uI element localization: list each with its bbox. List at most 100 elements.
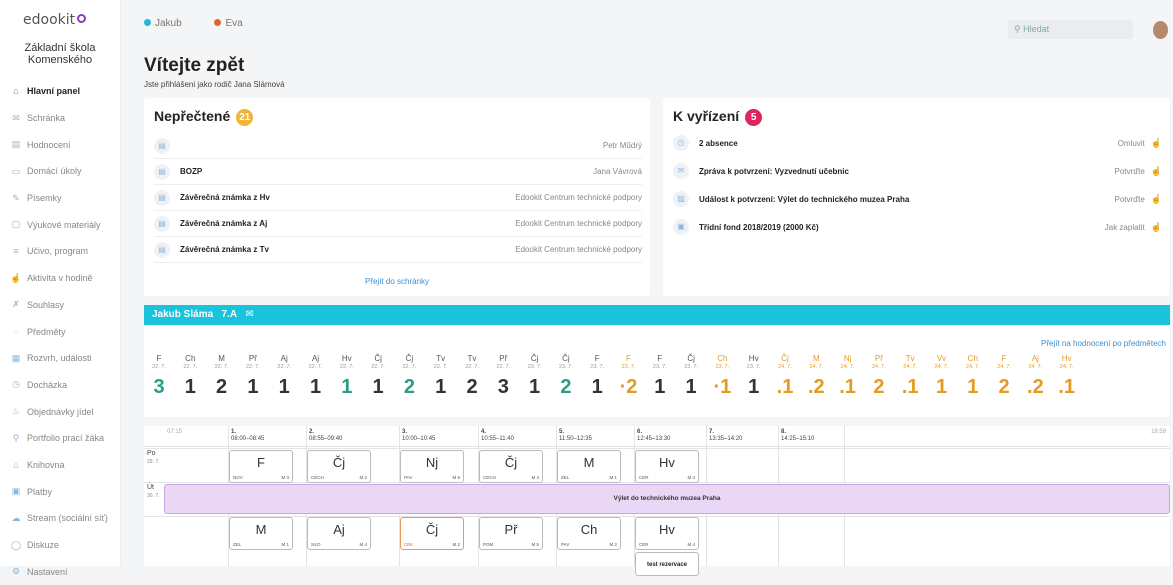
grade-item[interactable]: Tv 22. 7. 2 (461, 354, 483, 399)
grade-item[interactable]: Vv 24. 7. 1 (931, 354, 953, 399)
lesson-card[interactable]: Př POM M 5 (479, 517, 543, 550)
hand-icon[interactable]: ☝ (1151, 222, 1162, 233)
grade-item[interactable]: Hv 23. 7. 1 (743, 354, 765, 399)
sidebar-item-grade[interactable]: ▤ Hodnocení (0, 131, 121, 158)
sidebar-item-label: Písemky (27, 193, 62, 204)
sidebar-item-curriculum[interactable]: ≡ Učivo, program (0, 238, 121, 265)
unread-row[interactable]: ▤ Závěrečná známka z Hv Edookit Centrum te… (154, 185, 642, 211)
lesson-room: M 5 (531, 542, 539, 547)
go-to-inbox-link[interactable]: Přejít do schránky (144, 277, 650, 286)
grade-item[interactable]: Čj 22. 7. 1 (367, 354, 389, 399)
grades-by-subject-link[interactable]: Přejít na hodnocení po předmětech (1041, 339, 1166, 348)
student-banner: Jakub Sláma 7.A ✉ (144, 305, 1170, 325)
lesson-room: M 4 (687, 542, 695, 547)
lesson-card[interactable]: Čj CECH M 2 (307, 450, 371, 483)
avatar[interactable] (1153, 21, 1168, 39)
sidebar-nav: ⌂ Hlavní panel ✉ Schránka ▤ Hodnocení ▭ Domácí … (0, 78, 121, 585)
sidebar-item-label: Diskuze (27, 540, 60, 551)
todo-action[interactable]: Jak zaplatit (1105, 223, 1145, 232)
grade-item[interactable]: Nj 24. 7. .1 (837, 354, 859, 399)
day-name: Út (147, 484, 154, 491)
period-header: 7. 13:35–14:20 (709, 429, 742, 443)
grade-item[interactable]: M 24. 7. .2 (805, 354, 827, 399)
grade-item[interactable]: Čj 23. 7. 2 (555, 354, 577, 399)
grade-item[interactable]: Tv 22. 7. 1 (430, 354, 452, 399)
grade-item[interactable]: F 23. 7. 1 (586, 354, 608, 399)
edookit-logo[interactable]: edookit (23, 12, 87, 28)
hand-icon[interactable]: ☝ (1151, 166, 1162, 177)
grade-item[interactable]: Aj 24. 7. .2 (1024, 354, 1046, 399)
mail-icon[interactable]: ✉ (245, 309, 253, 320)
lesson-card[interactable]: Aj SVO M 4 (307, 517, 371, 550)
lesson-card[interactable]: M ZEL M 1 (557, 450, 621, 483)
sidebar-item-meals[interactable]: ♨ Objednávky jídel (0, 398, 121, 425)
sidebar-item-activity[interactable]: ☝ Aktivita v hodině (0, 265, 121, 292)
grade-item[interactable]: Ch 23. 7. ·1 (711, 354, 733, 399)
sidebar-item-schedule[interactable]: ▦ Rozvrh, události (0, 345, 121, 372)
grade-item[interactable]: Čj 23. 7. 1 (680, 354, 702, 399)
lesson-card[interactable]: Hv CER M 4 (635, 450, 699, 483)
unread-row[interactable]: ▤ Závěrečná známka z Tv Edookit Centrum te… (154, 237, 642, 263)
grade-item[interactable]: Aj 22. 7. 1 (273, 354, 295, 399)
search-input[interactable]: ⚲ Hledat (1008, 20, 1133, 39)
sidebar-item-portfolio[interactable]: ⚲ Portfolio prací žáka (0, 425, 121, 452)
todo-row[interactable]: ▣ Třídní fond 2018/2019 (2000 Kč) Jak zapl… (673, 214, 1162, 240)
sidebar-item-mail[interactable]: ✉ Schránka (0, 105, 121, 132)
grade-item[interactable]: Př 24. 7. 2 (868, 354, 890, 399)
hand-icon[interactable]: ☝ (1151, 138, 1162, 149)
grade-item[interactable]: Př 22. 7. 1 (242, 354, 264, 399)
lesson-card[interactable]: Čj CECH M 4 (479, 450, 543, 483)
grade-item[interactable]: Př 22. 7. 3 (492, 354, 514, 399)
child-tab-jakub[interactable]: Jakub (144, 18, 182, 29)
unread-row[interactable]: ▤ Závěrečná známka z Aj Edookit Centrum te… (154, 211, 642, 237)
unread-row[interactable]: ▤ BOZP Jana Vávrová (154, 159, 642, 185)
lesson-card[interactable]: M ZEL M 1 (229, 517, 293, 550)
grade-item[interactable]: Hv 22. 7. 1 (336, 354, 358, 399)
reservation-card[interactable]: test rezervace (635, 552, 699, 576)
grade-subject: F (1001, 354, 1007, 363)
sidebar-item-homework[interactable]: ▭ Domácí úkoly (0, 158, 121, 185)
sidebar-item-library[interactable]: ⌂ Knihovna (0, 452, 121, 479)
grade-item[interactable]: F 24. 7. 2 (993, 354, 1015, 399)
unread-row[interactable]: ▤ Petr Műdrý (154, 133, 642, 159)
child-tab-eva[interactable]: Eva (214, 18, 243, 29)
grade-item[interactable]: Ch 24. 7. 1 (962, 354, 984, 399)
period-header: 4. 10:55–11:40 (481, 429, 514, 443)
sidebar-item-payments[interactable]: ▣ Platby (0, 478, 121, 505)
sidebar-item-stream[interactable]: ☁ Stream (sociální síť) (0, 505, 121, 532)
sidebar-item-discussion[interactable]: ◯ Diskuze (0, 532, 121, 559)
grade-item[interactable]: Čj 23. 7. 1 (524, 354, 546, 399)
hand-icon[interactable]: ☝ (1151, 194, 1162, 205)
sidebar-item-settings[interactable]: ⚙ Nastavení (0, 558, 121, 585)
grade-date: 23. 7. (621, 364, 636, 370)
sidebar-item-home[interactable]: ⌂ Hlavní panel (0, 78, 121, 105)
todo-action[interactable]: Potvrďte (1115, 167, 1145, 176)
lesson-card[interactable]: Nj PAV M 5 (400, 450, 464, 483)
todo-row[interactable]: ▨ Událost k potvrzení: Výlet do technické… (673, 186, 1162, 212)
grade-item[interactable]: F 23. 7. ·2 (618, 354, 640, 399)
todo-row[interactable]: ◷ 2 absence Omluvit ☝ (673, 130, 1162, 156)
grade-item[interactable]: F 23. 7. 1 (649, 354, 671, 399)
lesson-card[interactable]: Hv CER M 4 (635, 517, 699, 550)
grade-item[interactable]: Ch 22. 7. 1 (179, 354, 201, 399)
lesson-card[interactable]: F NOV M 3 (229, 450, 293, 483)
todo-action[interactable]: Potvrďte (1115, 195, 1145, 204)
todo-row[interactable]: ✉ Zpráva k potvrzení: Vyzvednutí učebnic P… (673, 158, 1162, 184)
sidebar-item-subjects[interactable]: ◌ Předměty (0, 318, 121, 345)
event-banner[interactable]: Výlet do technického muzea Praha (164, 484, 1170, 514)
grade-item[interactable]: Hv 24. 7. .1 (1056, 354, 1078, 399)
grade-item[interactable]: Tv 24. 7. .1 (899, 354, 921, 399)
sidebar-item-consent[interactable]: ✗ Souhlasy (0, 292, 121, 319)
grade-item[interactable]: Čj 24. 7. .1 (774, 354, 796, 399)
day-date: 29. 7. (147, 459, 160, 465)
sidebar-item-test[interactable]: ✎ Písemky (0, 185, 121, 212)
lesson-card[interactable]: Čj CEK M 2 (400, 517, 464, 550)
grade-item[interactable]: F 22. 7. 3 (148, 354, 170, 399)
lesson-card[interactable]: Ch PAV M 2 (557, 517, 621, 550)
grade-item[interactable]: Čj 22. 7. 2 (398, 354, 420, 399)
sidebar-item-material[interactable]: ▢ Výukové materiály (0, 211, 121, 238)
grade-item[interactable]: Aj 22. 7. 1 (305, 354, 327, 399)
grade-item[interactable]: M 22. 7. 2 (211, 354, 233, 399)
sidebar-item-attendance[interactable]: ◷ Docházka (0, 372, 121, 399)
todo-action[interactable]: Omluvit (1118, 139, 1145, 148)
